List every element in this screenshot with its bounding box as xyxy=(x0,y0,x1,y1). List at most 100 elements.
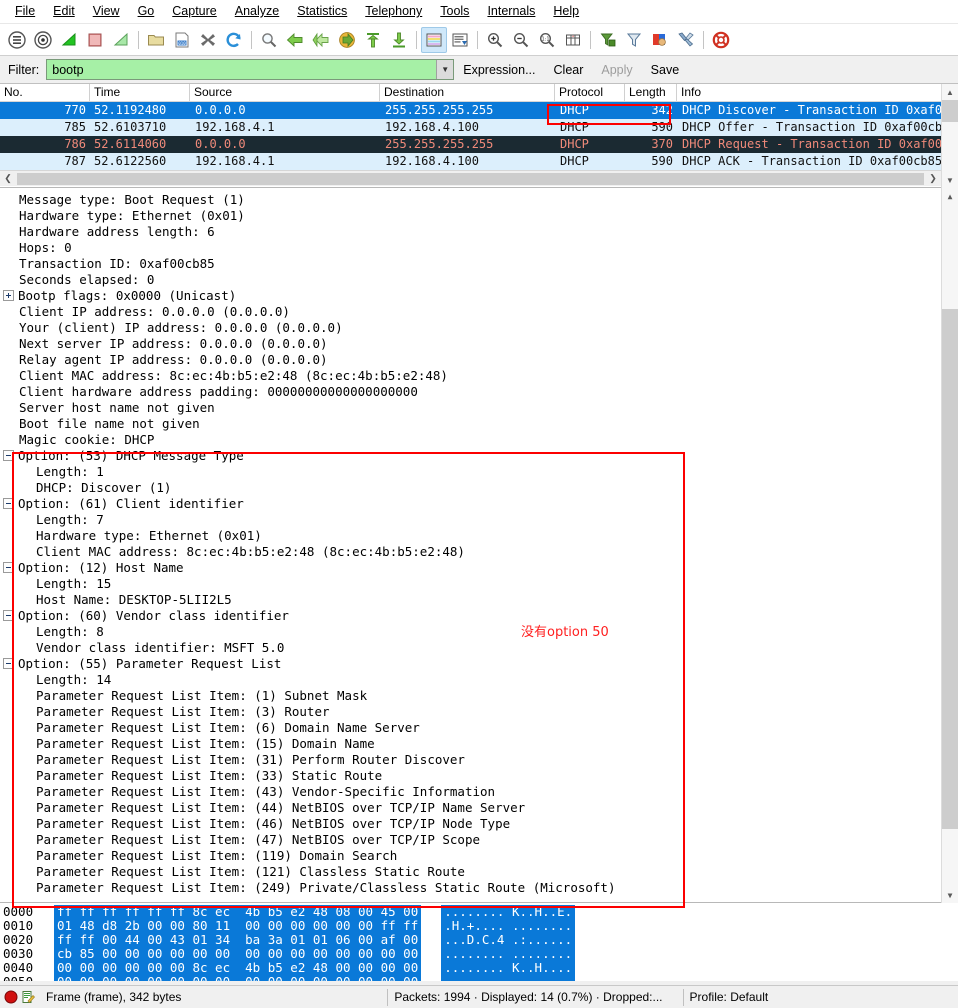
auto-scroll-icon[interactable] xyxy=(447,27,473,53)
hex-dump-row[interactable]: 0020 ff ff 00 44 00 43 01 34 ba 3a 01 01 … xyxy=(0,933,958,947)
packet-detail-row[interactable]: Parameter Request List Item: (121) Class… xyxy=(0,864,941,880)
packet-detail-row[interactable]: Option: (53) DHCP Message Type xyxy=(0,448,941,464)
collapse-minus-icon[interactable] xyxy=(3,450,14,461)
zoom-out-icon[interactable] xyxy=(508,27,534,53)
packet-detail-row[interactable]: Server host name not given xyxy=(0,400,941,416)
vscroll-track[interactable] xyxy=(941,204,958,887)
capture-filters-icon[interactable] xyxy=(595,27,621,53)
filter-clear-button[interactable]: Clear xyxy=(545,63,593,77)
packet-detail-row[interactable]: Parameter Request List Item: (43) Vendor… xyxy=(0,784,941,800)
packet-detail-row[interactable]: Parameter Request List Item: (3) Router xyxy=(0,704,941,720)
packet-detail-row[interactable]: Length: 14 xyxy=(0,672,941,688)
colorize-packet-list-icon[interactable] xyxy=(421,26,447,53)
collapse-minus-icon[interactable] xyxy=(3,498,14,509)
packet-detail-row[interactable]: Next server IP address: 0.0.0.0 (0.0.0.0… xyxy=(0,336,941,352)
packet-detail-row[interactable]: Parameter Request List Item: (31) Perfor… xyxy=(0,752,941,768)
menu-item-analyze[interactable]: Analyze xyxy=(226,1,288,22)
table-row[interactable]: 785 52.6103710 192.168.4.1 192.168.4.100… xyxy=(0,119,941,136)
packet-details-vertical-scrollbar[interactable]: ▲ ▼ xyxy=(941,188,958,903)
hscroll-thumb[interactable] xyxy=(17,172,924,185)
packet-detail-row[interactable]: Length: 8 xyxy=(0,624,941,640)
hex-dump-row[interactable]: 0000 ff ff ff ff ff ff 8c ec 4b b5 e2 48 … xyxy=(0,905,958,919)
packet-detail-row[interactable]: Parameter Request List Item: (33) Static… xyxy=(0,768,941,784)
filter-apply-button[interactable]: Apply xyxy=(592,63,641,77)
packet-detail-row[interactable]: Hardware type: Ethernet (0x01) xyxy=(0,528,941,544)
vscroll-thumb[interactable] xyxy=(941,100,958,122)
zoom-reset-icon[interactable]: 1:1 xyxy=(534,27,560,53)
chevron-down-icon[interactable]: ▼ xyxy=(436,60,454,79)
hex-dump-row[interactable]: 0030 cb 85 00 00 00 00 00 00 00 00 00 00 … xyxy=(0,947,958,961)
column-header-protocol[interactable]: Protocol xyxy=(555,84,625,101)
scroll-down-icon[interactable]: ▼ xyxy=(942,887,958,903)
menu-item-internals[interactable]: Internals xyxy=(478,1,544,22)
interfaces-icon[interactable] xyxy=(4,27,30,53)
packet-detail-row[interactable]: Vendor class identifier: MSFT 5.0 xyxy=(0,640,941,656)
packet-detail-row[interactable]: Option: (61) Client identifier xyxy=(0,496,941,512)
preferences-icon[interactable] xyxy=(673,27,699,53)
packet-list-vertical-scrollbar[interactable]: ▲ ▼ xyxy=(941,84,958,188)
status-profile[interactable]: Profile: Default xyxy=(682,988,775,1006)
table-row[interactable]: 770 52.1192480 0.0.0.0 255.255.255.255 D… xyxy=(0,102,941,119)
hex-dump-row[interactable]: 0040 00 00 00 00 00 00 8c ec 4b b5 e2 48 … xyxy=(0,961,958,975)
menu-item-capture[interactable]: Capture xyxy=(163,1,225,22)
packet-detail-row[interactable]: Seconds elapsed: 0 xyxy=(0,272,941,288)
menu-item-edit[interactable]: Edit xyxy=(44,1,84,22)
packet-detail-row[interactable]: Length: 7 xyxy=(0,512,941,528)
go-back-icon[interactable] xyxy=(282,27,308,53)
collapse-minus-icon[interactable] xyxy=(3,562,14,573)
go-first-packet-icon[interactable] xyxy=(360,27,386,53)
packet-detail-row[interactable]: Hardware address length: 6 xyxy=(0,224,941,240)
resize-columns-icon[interactable]: + xyxy=(560,27,586,53)
scroll-right-icon[interactable]: ❯ xyxy=(925,173,941,184)
packet-detail-row[interactable]: Parameter Request List Item: (249) Priva… xyxy=(0,880,941,896)
column-header-destination[interactable]: Destination xyxy=(380,84,555,101)
packet-detail-row[interactable]: Hardware type: Ethernet (0x01) xyxy=(0,208,941,224)
packet-detail-row[interactable]: Client IP address: 0.0.0.0 (0.0.0.0) xyxy=(0,304,941,320)
menu-item-telephony[interactable]: Telephony xyxy=(356,1,431,22)
menu-item-file[interactable]: File xyxy=(6,1,44,22)
menu-item-view[interactable]: View xyxy=(84,1,129,22)
scroll-down-icon[interactable]: ▼ xyxy=(942,172,958,188)
packet-detail-row[interactable]: Magic cookie: DHCP xyxy=(0,432,941,448)
packet-detail-row[interactable]: Parameter Request List Item: (46) NetBIO… xyxy=(0,816,941,832)
zoom-in-icon[interactable] xyxy=(482,27,508,53)
scroll-left-icon[interactable]: ❮ xyxy=(0,173,16,184)
restart-capture-icon[interactable] xyxy=(108,27,134,53)
menu-item-statistics[interactable]: Statistics xyxy=(288,1,356,22)
expand-plus-icon[interactable] xyxy=(3,290,14,301)
close-file-icon[interactable] xyxy=(195,27,221,53)
record-stopped-icon[interactable] xyxy=(4,990,18,1004)
help-contents-icon[interactable] xyxy=(708,27,734,53)
packet-detail-row[interactable]: Message type: Boot Request (1) xyxy=(0,192,941,208)
column-header-info[interactable]: Info xyxy=(677,84,941,101)
packet-detail-row[interactable]: Boot file name not given xyxy=(0,416,941,432)
find-packet-icon[interactable] xyxy=(256,27,282,53)
filter-combobox[interactable]: ▼ xyxy=(46,59,455,80)
column-header-source[interactable]: Source xyxy=(190,84,380,101)
save-file-icon[interactable]: 010 xyxy=(169,27,195,53)
display-filter-input[interactable] xyxy=(47,60,437,79)
packet-detail-row[interactable]: Parameter Request List Item: (6) Domain … xyxy=(0,720,941,736)
menu-item-tools[interactable]: Tools xyxy=(431,1,478,22)
packet-detail-row[interactable]: Client hardware address padding: 0000000… xyxy=(0,384,941,400)
packet-detail-row[interactable]: Relay agent IP address: 0.0.0.0 (0.0.0.0… xyxy=(0,352,941,368)
packet-detail-row[interactable]: Transaction ID: 0xaf00cb85 xyxy=(0,256,941,272)
start-capture-icon[interactable] xyxy=(56,27,82,53)
go-forward-icon[interactable] xyxy=(308,27,334,53)
go-last-packet-icon[interactable] xyxy=(386,27,412,53)
packet-list-horizontal-scrollbar[interactable]: ❮ ❯ xyxy=(0,170,941,186)
packet-detail-row[interactable]: Length: 15 xyxy=(0,576,941,592)
packet-detail-row[interactable]: Your (client) IP address: 0.0.0.0 (0.0.0… xyxy=(0,320,941,336)
column-header-time[interactable]: Time xyxy=(90,84,190,101)
collapse-minus-icon[interactable] xyxy=(3,610,14,621)
packet-detail-row[interactable]: Parameter Request List Item: (44) NetBIO… xyxy=(0,800,941,816)
coloring-rules-icon[interactable] xyxy=(647,27,673,53)
packet-detail-row[interactable]: Parameter Request List Item: (119) Domai… xyxy=(0,848,941,864)
vscroll-track[interactable] xyxy=(941,100,958,172)
table-row[interactable]: 787 52.6122560 192.168.4.1 192.168.4.100… xyxy=(0,153,941,170)
packet-detail-row[interactable]: Bootp flags: 0x0000 (Unicast) xyxy=(0,288,941,304)
hex-dump-row[interactable]: 005000 00 00 00 00 00 00 00 00 00 00 00 … xyxy=(0,975,958,981)
packet-detail-row[interactable]: Option: (55) Parameter Request List xyxy=(0,656,941,672)
table-row[interactable]: 786 52.6114060 0.0.0.0 255.255.255.255 D… xyxy=(0,136,941,153)
packet-detail-row[interactable]: Parameter Request List Item: (1) Subnet … xyxy=(0,688,941,704)
